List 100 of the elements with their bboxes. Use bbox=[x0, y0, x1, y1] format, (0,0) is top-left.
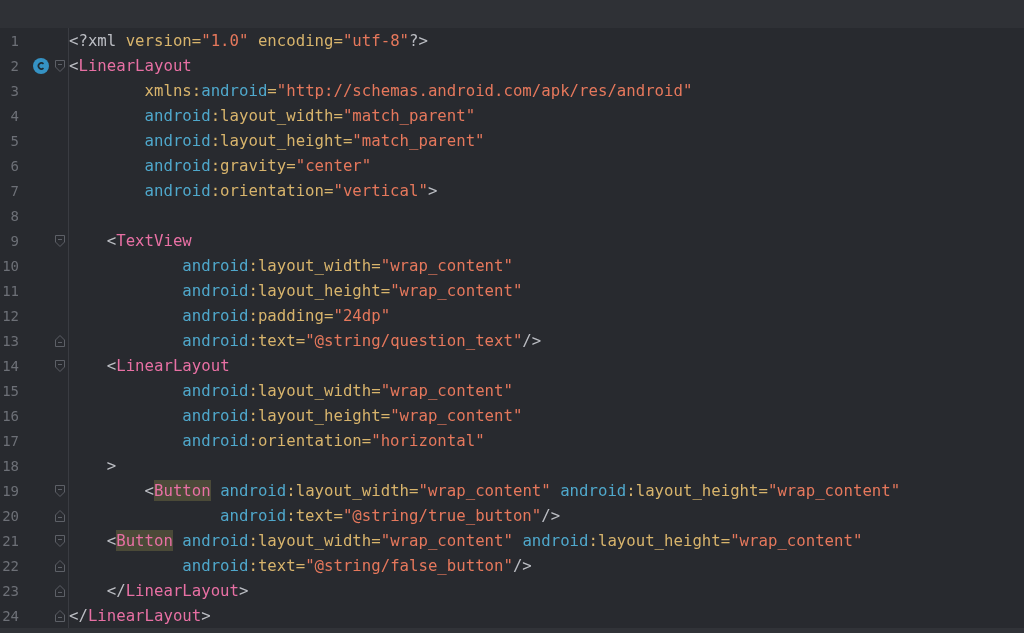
fold-marker-icon[interactable] bbox=[55, 509, 65, 522]
code-string: "wrap_content" bbox=[418, 479, 551, 502]
code-string: "wrap_content" bbox=[767, 479, 901, 502]
line-number: 10 bbox=[1, 258, 19, 273]
code-namespace: android bbox=[181, 429, 249, 452]
code-punctuation: < bbox=[105, 354, 117, 377]
code-punctuation: ?> bbox=[409, 29, 428, 52]
code-namespace: android bbox=[143, 154, 211, 177]
code-namespace: android bbox=[219, 504, 287, 527]
line-number: 7 bbox=[9, 183, 19, 198]
code-punctuation: <?xml bbox=[69, 29, 118, 52]
code-namespace: android bbox=[181, 329, 249, 352]
code-tag-name: TextView bbox=[116, 229, 192, 252]
code-punctuation: /> bbox=[512, 554, 532, 577]
fold-marker-icon[interactable] bbox=[55, 559, 65, 572]
line-number: 23 bbox=[1, 583, 19, 598]
line-number: 1 bbox=[9, 33, 19, 48]
code-string: "horizontal" bbox=[371, 429, 485, 452]
fold-marker-icon[interactable] bbox=[55, 484, 65, 497]
line-number: 22 bbox=[1, 558, 19, 573]
code-namespace: android bbox=[143, 179, 211, 202]
code-punctuation: > bbox=[201, 604, 211, 627]
code-punctuation: > bbox=[105, 454, 117, 477]
code-attribute: xmlns: bbox=[143, 79, 202, 102]
code-string: "@string/false_button" bbox=[305, 554, 513, 577]
code-string: "match_parent" bbox=[352, 129, 485, 152]
code-namespace: android bbox=[181, 379, 249, 402]
code-attribute: :text= bbox=[248, 329, 306, 352]
fold-marker-icon[interactable] bbox=[55, 534, 65, 547]
line-number: 2 bbox=[9, 58, 19, 73]
highlighted-tag-name: Button bbox=[116, 529, 173, 552]
code-string: "center" bbox=[295, 154, 372, 177]
code-punctuation: < bbox=[105, 529, 117, 552]
code-attribute: :layout_height= bbox=[588, 529, 731, 552]
code-attribute: :text= bbox=[248, 554, 306, 577]
line-number: 17 bbox=[1, 433, 19, 448]
code-string: "http://schemas.android.com/apk/res/android" bbox=[276, 79, 693, 102]
code-namespace: android bbox=[143, 129, 211, 152]
code-string: "@string/true_button" bbox=[342, 504, 542, 527]
code-string: "1.0" bbox=[201, 29, 249, 52]
code-attribute: :layout_width= bbox=[210, 104, 343, 127]
code-punctuation: /> bbox=[522, 329, 542, 352]
code-tag-name: LinearLayout bbox=[87, 604, 202, 627]
code-punctuation: < bbox=[143, 479, 154, 502]
code-namespace: android bbox=[201, 79, 268, 102]
code-namespace: android bbox=[181, 404, 249, 427]
fold-marker-icon[interactable] bbox=[55, 334, 65, 347]
line-number: 13 bbox=[1, 333, 19, 348]
code-string: "@string/question_text" bbox=[305, 329, 523, 352]
code-attribute: :layout_height= bbox=[210, 129, 353, 152]
code-namespace: android bbox=[219, 479, 287, 502]
class-badge-icon[interactable] bbox=[33, 57, 49, 74]
code-punctuation: > bbox=[239, 579, 249, 602]
line-number: 15 bbox=[1, 383, 19, 398]
fold-marker-icon[interactable] bbox=[55, 234, 65, 247]
fold-marker-icon[interactable] bbox=[55, 359, 65, 372]
code-string: "wrap_content" bbox=[390, 279, 523, 302]
code-string: "vertical" bbox=[333, 179, 428, 202]
code-namespace: android bbox=[181, 279, 249, 302]
code-attribute: version= bbox=[125, 29, 202, 52]
code-namespace: android bbox=[181, 554, 249, 577]
code-punctuation: </ bbox=[69, 604, 88, 627]
code-namespace: android bbox=[521, 529, 589, 552]
line-number: 8 bbox=[9, 208, 19, 223]
code-attribute: :padding= bbox=[248, 304, 334, 327]
code-attribute: :layout_height= bbox=[248, 279, 391, 302]
line-number: 3 bbox=[9, 83, 19, 98]
fold-marker-icon[interactable] bbox=[55, 59, 65, 72]
line-number: 18 bbox=[1, 458, 19, 473]
line-number: 16 bbox=[1, 408, 19, 423]
code-punctuation: < bbox=[105, 229, 117, 252]
code-punctuation: /> bbox=[541, 504, 561, 527]
code-attribute: :orientation= bbox=[210, 179, 334, 202]
code-namespace: android bbox=[559, 479, 627, 502]
line-number: 19 bbox=[1, 483, 19, 498]
code-attribute: :text= bbox=[286, 504, 343, 527]
fold-marker-icon[interactable] bbox=[55, 584, 65, 597]
code-punctuation: > bbox=[427, 179, 438, 202]
code-namespace: android bbox=[181, 254, 249, 277]
code-tag-name: LinearLayout bbox=[78, 54, 192, 77]
code-attribute: :layout_width= bbox=[248, 529, 381, 552]
code-attribute: :layout_height= bbox=[248, 404, 391, 427]
fold-marker-icon[interactable] bbox=[55, 609, 65, 622]
code-string: "wrap_content" bbox=[380, 529, 513, 552]
code-namespace: android bbox=[181, 304, 249, 327]
code-attribute: :orientation= bbox=[248, 429, 372, 452]
highlighted-tag-name: Button bbox=[154, 479, 211, 502]
code-string: "wrap_content" bbox=[380, 379, 513, 402]
code-attribute: encoding= bbox=[256, 29, 343, 52]
code-string: "wrap_content" bbox=[380, 254, 513, 277]
code-namespace: android bbox=[181, 529, 249, 552]
line-number: 12 bbox=[1, 308, 19, 323]
line-number: 4 bbox=[9, 108, 19, 123]
code-string: "wrap_content" bbox=[730, 529, 863, 552]
code-attribute: :gravity= bbox=[210, 154, 296, 177]
line-number: 11 bbox=[1, 283, 19, 298]
line-number: 6 bbox=[9, 158, 19, 173]
line-number: 9 bbox=[9, 233, 19, 248]
code-string: "utf-8" bbox=[342, 29, 410, 52]
line-number: 20 bbox=[1, 508, 19, 523]
